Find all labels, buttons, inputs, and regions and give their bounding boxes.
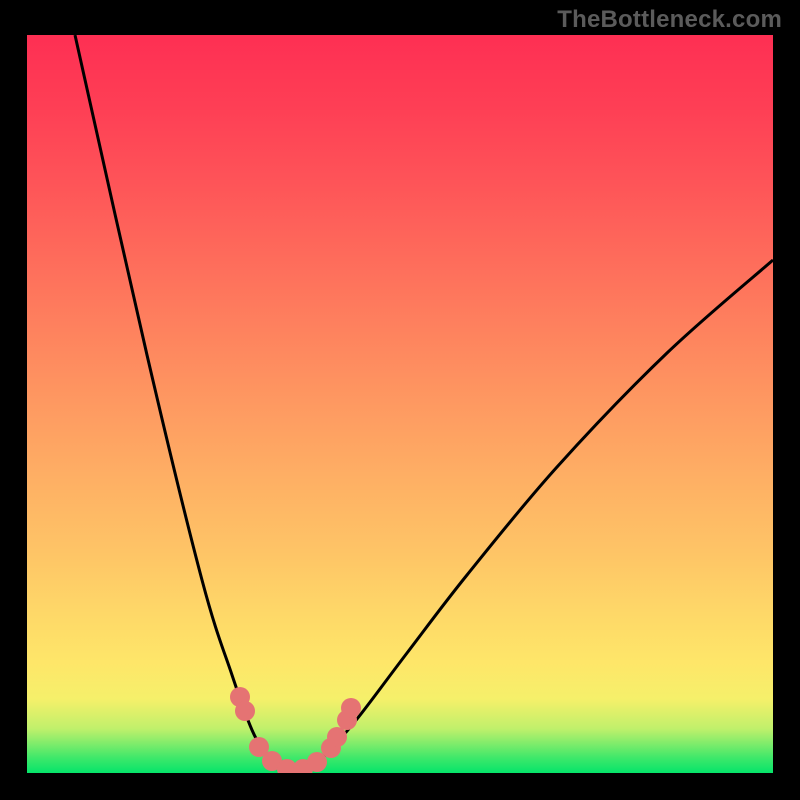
chart-frame: TheBottleneck.com — [0, 0, 800, 800]
marker-dot — [341, 698, 361, 718]
bottom-marker-group — [230, 687, 361, 773]
watermark-text: TheBottleneck.com — [557, 6, 782, 34]
marker-dot — [235, 701, 255, 721]
plot-area — [27, 35, 773, 773]
left-curve — [75, 35, 295, 770]
chart-svg — [27, 35, 773, 773]
marker-dot — [327, 727, 347, 747]
right-curve — [295, 260, 773, 770]
